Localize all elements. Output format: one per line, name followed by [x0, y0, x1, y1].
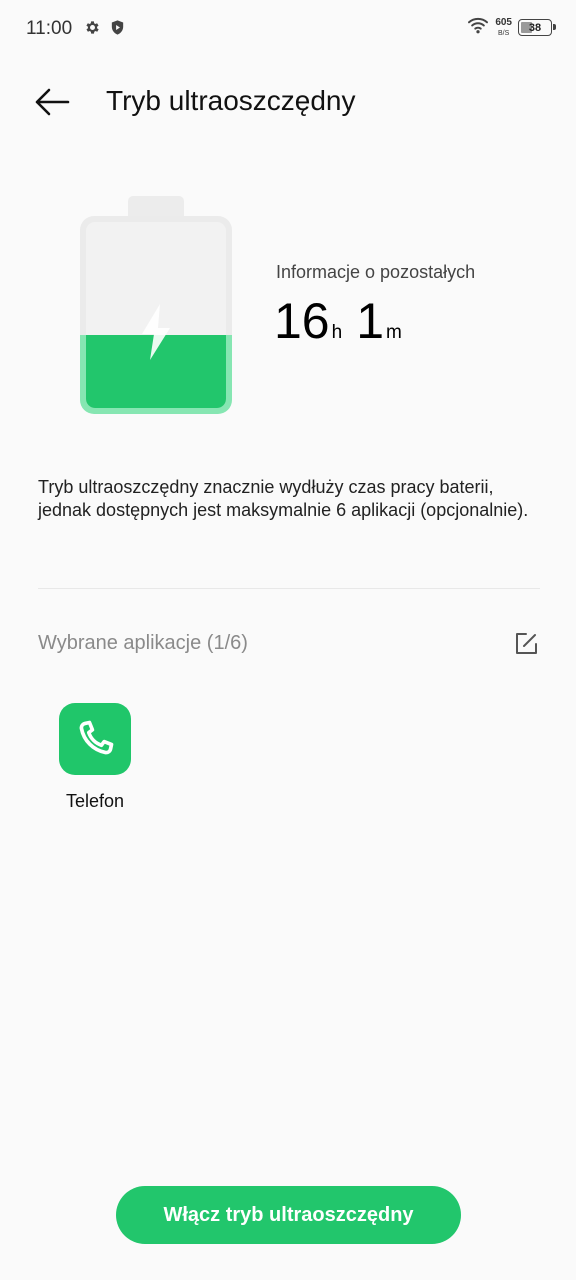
screen: 11:00 605 B/S 38 Tryb ultraoszczędny Inf… [0, 0, 576, 1280]
edit-icon [516, 633, 537, 654]
net-speed: 605 B/S [495, 17, 512, 38]
net-speed-value: 605 [495, 17, 512, 28]
status-bar: 11:00 605 B/S 38 [0, 0, 576, 58]
status-time: 11:00 [26, 18, 73, 39]
enable-ultra-saving-button[interactable]: Włącz tryb ultraoszczędny [116, 1186, 461, 1244]
remaining-hours: 16 [274, 293, 330, 349]
battery-illustration [80, 196, 232, 418]
back-button[interactable] [30, 80, 74, 124]
arrow-left-icon [35, 88, 70, 116]
settings-gear-icon [84, 19, 101, 41]
remaining-time: 16 h 1 m [274, 296, 416, 346]
app-item-telefon[interactable]: Telefon [52, 703, 138, 812]
app-label: Telefon [65, 791, 125, 811]
remaining-label: Informacje o pozostałych [276, 262, 476, 282]
wifi-icon [467, 16, 489, 39]
lightning-bolt-icon [142, 304, 170, 360]
edit-apps-button[interactable] [510, 628, 542, 660]
shield-play-icon [109, 19, 126, 41]
battery-level: 38 [528, 21, 542, 34]
net-speed-unit: B/S [498, 30, 510, 37]
remaining-hours-unit: h [331, 322, 343, 343]
remaining-minutes: 1 [356, 293, 385, 349]
selected-apps-title: Wybrane aplikacje (1/6) [38, 632, 248, 654]
battery-status-icon: 38 [518, 19, 556, 36]
page-title: Tryb ultraoszczędny [106, 85, 356, 116]
remaining-minutes-unit: m [386, 322, 402, 343]
divider [38, 588, 540, 589]
mode-description: Tryb ultraoszczędny znacznie wydłuży cza… [38, 477, 529, 520]
status-right: 605 B/S 38 [467, 16, 556, 39]
phone-icon [59, 703, 131, 775]
status-left-icons [84, 19, 126, 41]
